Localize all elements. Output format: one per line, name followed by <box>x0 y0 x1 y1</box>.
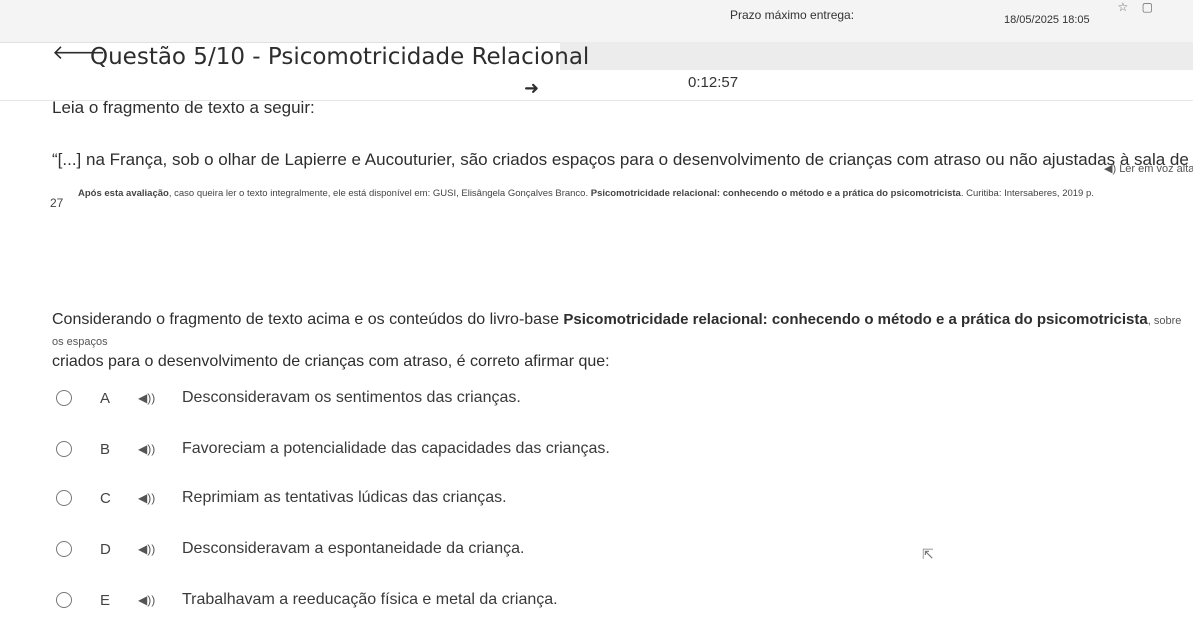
arrow-right-icon[interactable]: ➜ <box>524 78 539 99</box>
question-book: Psicomotricidade relacional: conhecendo … <box>563 311 1148 328</box>
question-end: criados para o desenvolvimento de crianç… <box>52 353 610 370</box>
radio-button[interactable] <box>56 541 72 557</box>
question-start: Considerando o fragmento de texto acima … <box>52 311 564 328</box>
question-text: Considerando o fragmento de texto acima … <box>52 310 1190 372</box>
radio-button[interactable] <box>56 592 72 608</box>
option-e[interactable]: E ◀)) Trabalhavam a reeducação física e … <box>56 588 856 612</box>
option-b[interactable]: B ◀)) Favoreciam a potencialidade das ca… <box>56 437 856 461</box>
reference-body: , caso queira ler o texto integralmente,… <box>168 188 591 199</box>
speaker-icon[interactable]: ◀)) <box>138 391 155 405</box>
option-text: Trabalhavam a reeducação física e metal … <box>182 591 558 608</box>
option-text: Favoreciam a potencialidade das capacida… <box>182 440 610 457</box>
quote-text: “[...] na França, sob o olhar de Lapierr… <box>52 150 1193 169</box>
speaker-icon[interactable]: ◀)) <box>138 442 155 456</box>
instruction-text: Leia o fragmento de texto a seguir: <box>52 98 315 117</box>
option-letter: B <box>100 440 111 458</box>
top-icons: ☆ ▢ <box>1108 0 1153 14</box>
radio-button[interactable] <box>56 390 72 406</box>
page: Prazo máximo entrega: 18/05/2025 18:05 ☆… <box>0 0 1193 632</box>
option-c[interactable]: C ◀)) Reprimiam as tentativas lúdicas da… <box>56 486 856 510</box>
option-a[interactable]: A ◀)) Desconsideravam os sentimentos das… <box>56 386 856 410</box>
mouse-pointer-icon: ⇱ <box>922 546 934 562</box>
option-letter: A <box>100 389 111 407</box>
reference-book: Psicomotricidade relacional: conhecendo … <box>590 188 961 199</box>
header-band <box>560 42 1193 70</box>
speaker-icon[interactable]: ◀)) <box>138 542 155 556</box>
option-text: Desconsideravam os sentimentos das crian… <box>182 389 521 406</box>
radio-button[interactable] <box>56 490 72 506</box>
due-date-label: Prazo máximo entrega: <box>730 8 855 22</box>
option-d[interactable]: D ◀)) Desconsideravam a espontaneidade d… <box>56 537 856 561</box>
timer: 0:12:57 <box>688 74 739 91</box>
quote-number: 27 <box>50 196 64 210</box>
top-bar: Prazo máximo entrega: 18/05/2025 18:05 ☆… <box>0 0 1193 43</box>
due-date-value: 18/05/2025 18:05 <box>1004 14 1090 26</box>
speaker-icon[interactable]: ◀)) <box>138 593 155 607</box>
reference-lead: Após esta avaliação <box>78 188 169 199</box>
option-letter: D <box>100 540 111 558</box>
option-letter: C <box>100 489 111 507</box>
page-title: Questão 5/10 - Psicomotricidade Relacion… <box>90 44 590 70</box>
reference-text: Após esta avaliação, caso queira ler o t… <box>78 188 1190 199</box>
radio-button[interactable] <box>56 441 72 457</box>
reference-end: . Curitiba: Intersaberes, 2019 p. <box>960 188 1094 199</box>
option-text: Desconsideravam a espontaneidade da cria… <box>182 540 525 557</box>
star-icon[interactable]: ☆ <box>1118 0 1129 14</box>
option-letter: E <box>100 591 111 609</box>
option-text: Reprimiam as tentativas lúdicas das cria… <box>182 489 507 506</box>
window-icon[interactable]: ▢ <box>1142 0 1153 14</box>
speaker-icon[interactable]: ◀)) <box>138 491 155 505</box>
